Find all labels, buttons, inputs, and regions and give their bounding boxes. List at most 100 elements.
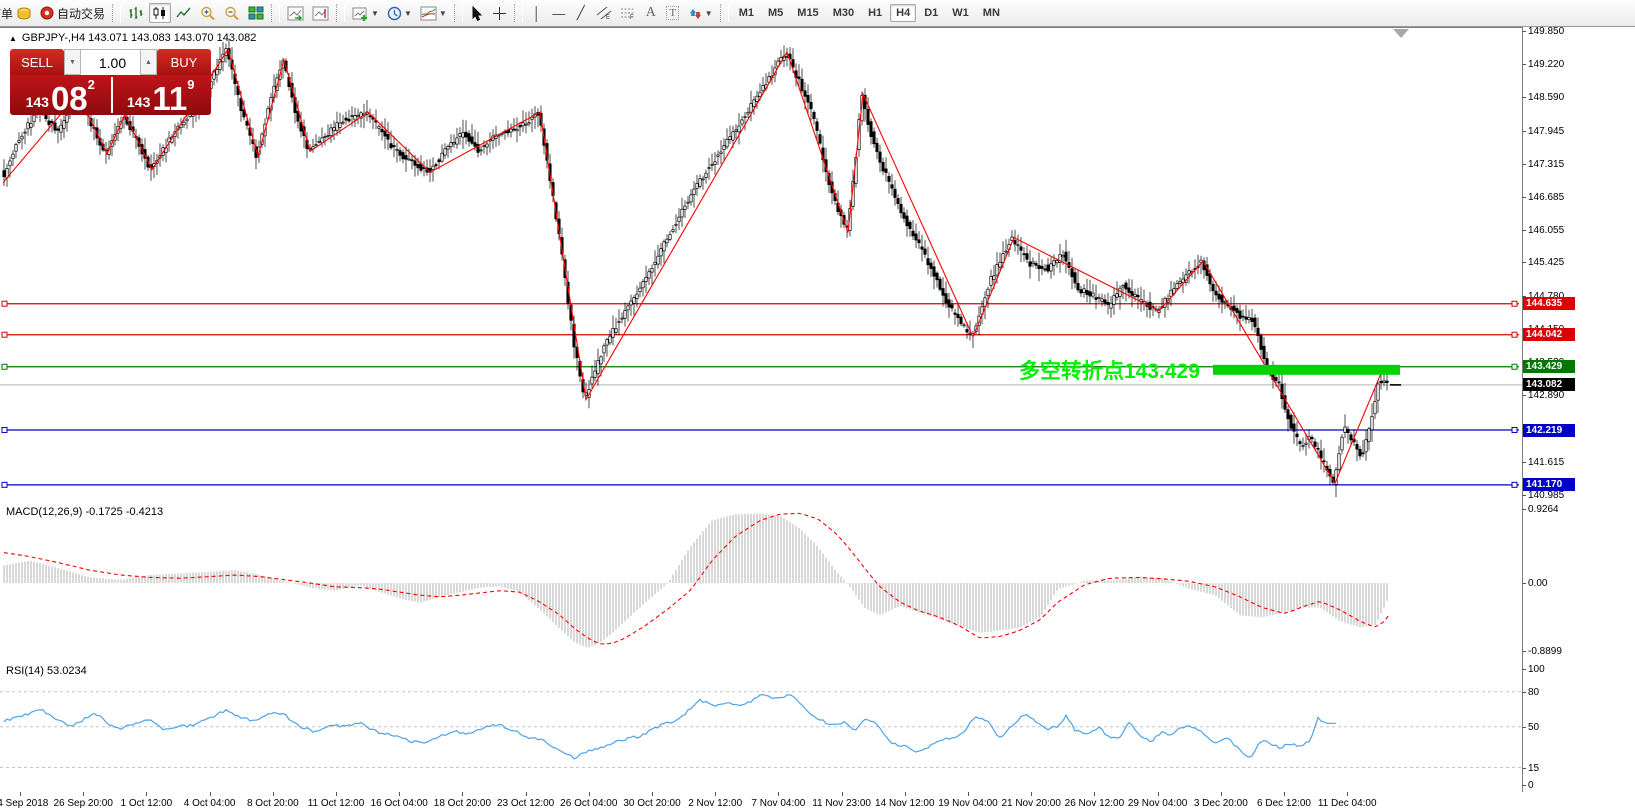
buy-price-big: 11 [152, 85, 187, 112]
chart-shift-icon [312, 6, 329, 21]
timeframe-button-h1[interactable]: H1 [862, 4, 888, 22]
tick-mark [1522, 131, 1526, 132]
price-tick: 149.220 [1528, 59, 1564, 70]
boxed-t-icon: T [666, 6, 679, 20]
main-chart[interactable] [0, 27, 1522, 500]
tile-windows-button[interactable] [245, 3, 267, 23]
sell-price-prefix: 143 [26, 95, 49, 109]
sell-price-button[interactable]: 143 08 2 [10, 75, 111, 115]
volume-decrease-button[interactable]: ▼ [64, 49, 81, 75]
arrows-tool[interactable]: ▼ [685, 3, 716, 23]
arrow-shapes-icon [688, 7, 703, 20]
volume-input[interactable] [81, 50, 144, 76]
new-chart-button[interactable]: ▼ [349, 3, 382, 23]
collapse-triangle-icon[interactable]: ▲ [9, 34, 17, 43]
time-tick [146, 792, 147, 796]
zoom-out-button[interactable] [221, 3, 243, 23]
time-tick [968, 792, 969, 796]
profiles-button[interactable]: ▼ [384, 3, 415, 23]
crosshair-button[interactable] [489, 3, 510, 23]
rsi-tick: 15 [1528, 763, 1539, 774]
tick-mark [1522, 64, 1526, 65]
line-chart-button[interactable] [173, 3, 195, 23]
timeframe-button-m30[interactable]: M30 [827, 4, 860, 22]
autotrading-icon [40, 6, 54, 20]
rsi-tick: 0 [1528, 780, 1534, 791]
sell-price-big: 08 [51, 85, 88, 112]
timeframe-button-mn[interactable]: MN [977, 4, 1006, 22]
sell-button[interactable]: SELL [10, 49, 64, 75]
time-label: 24 Sep 2018 [0, 798, 48, 809]
horizontal-line-tool[interactable]: — [549, 3, 569, 23]
tick-mark [1522, 509, 1526, 510]
price-tick: 148.590 [1528, 92, 1564, 103]
new-order-button[interactable]: 订单 [0, 5, 13, 22]
price-badge-143.429: 143.429 [1523, 360, 1575, 373]
rsi-pane[interactable] [0, 661, 1522, 792]
time-tick [20, 792, 21, 796]
vertical-line-tool[interactable]: │ [527, 3, 547, 23]
chevron-down-icon: ▼ [371, 9, 379, 18]
time-label: 16 Oct 04:00 [371, 798, 428, 809]
history-icon[interactable] [14, 3, 35, 23]
turning-point-annotation[interactable]: 多空转折点143.429 [1019, 355, 1200, 385]
tile-windows-icon [248, 6, 264, 20]
buy-button[interactable]: BUY [157, 49, 211, 75]
fibonacci-tool[interactable]: F [617, 3, 639, 23]
candlestick-chart-button[interactable] [149, 3, 171, 23]
toolbar-grip [514, 4, 523, 22]
chart-area: ▲ GBPJPY-,H4 143.071 143.083 143.070 143… [0, 27, 1635, 812]
price-divider [111, 77, 113, 113]
indicators-icon [420, 6, 437, 21]
chevron-down-icon: ▼ [439, 9, 447, 18]
chart-header: ▲ GBPJPY-,H4 143.071 143.083 143.070 143… [9, 32, 256, 44]
auto-scroll-icon [287, 6, 304, 21]
bar-chart-button[interactable] [125, 3, 147, 23]
timeframe-button-m1[interactable]: M1 [733, 4, 760, 22]
buy-price-prefix: 143 [127, 95, 150, 109]
autotrading-button[interactable]: 自动交易 [37, 3, 108, 23]
text-label-tool[interactable]: T [663, 3, 683, 23]
tick-mark [1522, 230, 1526, 231]
time-tick [210, 792, 211, 796]
candles-icon [152, 6, 168, 20]
time-tick [462, 792, 463, 796]
time-tick [1158, 792, 1159, 796]
time-tick [715, 792, 716, 796]
price-badge-143.082: 143.082 [1523, 378, 1575, 391]
tick-mark [1522, 692, 1526, 693]
timeframe-button-h4[interactable]: H4 [890, 4, 916, 22]
time-label: 3 Dec 20:00 [1194, 798, 1248, 809]
cursor-button[interactable] [467, 3, 487, 23]
time-label: 7 Nov 04:00 [751, 798, 805, 809]
macd-pane[interactable] [0, 503, 1522, 658]
equidistant-channel-tool[interactable]: E [593, 3, 615, 23]
timeframe-button-d1[interactable]: D1 [918, 4, 944, 22]
hline-141.170 [2, 482, 1519, 487]
text-tool[interactable]: A [641, 3, 661, 23]
price-tick: 149.850 [1528, 26, 1564, 37]
crosshair-icon [492, 6, 507, 21]
price-badge-144.042: 144.042 [1523, 328, 1575, 341]
zoom-in-button[interactable] [197, 3, 219, 23]
macd-indicator-label: MACD(12,26,9) -0.1725 -0.4213 [6, 506, 163, 518]
time-label: 8 Oct 20:00 [247, 798, 299, 809]
indicators-button[interactable]: ▼ [417, 3, 450, 23]
price-tick: 142.890 [1528, 390, 1564, 401]
timeframe-button-w1[interactable]: W1 [946, 4, 975, 22]
auto-scroll-button[interactable] [284, 3, 307, 23]
chart-shift-button[interactable] [309, 3, 332, 23]
time-label: 14 Nov 12:00 [875, 798, 935, 809]
tick-mark [1522, 785, 1526, 786]
time-label: 11 Oct 12:00 [308, 798, 365, 809]
zoom-out-icon [224, 6, 240, 21]
arrow-pointer-icon [471, 6, 483, 21]
trendline-tool[interactable]: ╱ [571, 3, 591, 23]
buy-price-button[interactable]: 143 11 9 [111, 75, 212, 115]
tick-mark [1522, 262, 1526, 263]
volume-increase-button[interactable]: ▲ [140, 49, 157, 75]
timeframe-button-m5[interactable]: M5 [762, 4, 789, 22]
buy-price-pip: 9 [187, 77, 194, 92]
timeframe-button-m15[interactable]: M15 [791, 4, 824, 22]
toolbar-grip [112, 4, 121, 22]
